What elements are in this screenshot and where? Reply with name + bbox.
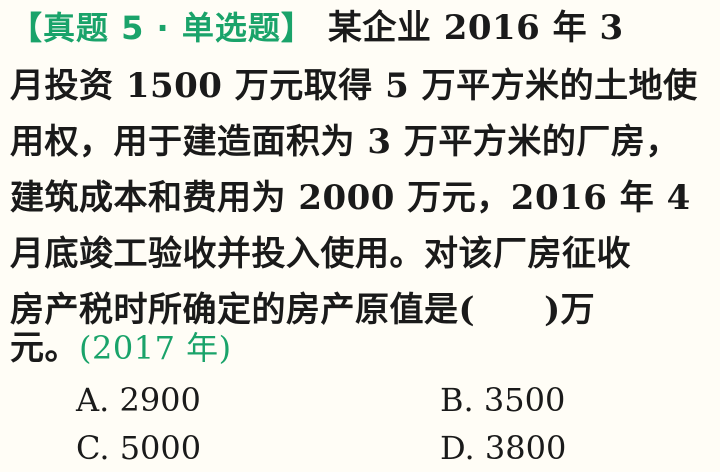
option-a[interactable]: A. 2900	[76, 378, 201, 422]
question-line-2: 月投资 1500 万元取得 5 万平方米的土地使	[10, 66, 698, 106]
question-line-7: 元。(2017 年)	[10, 326, 710, 370]
question-tag: 【真题 5 · 单选题】	[10, 9, 314, 47]
option-d[interactable]: D. 3800	[440, 426, 566, 470]
question-year: (2017 年)	[79, 329, 232, 367]
option-c[interactable]: C. 5000	[76, 426, 201, 470]
question-line-1: 【真题 5 · 单选题】 某企业 2016 年 3	[10, 6, 710, 50]
question-text-line-7: 元。	[10, 328, 79, 368]
question-page: 【真题 5 · 单选题】 某企业 2016 年 3 月投资 1500 万元取得 5…	[0, 0, 720, 472]
option-b[interactable]: B. 3500	[440, 378, 565, 422]
question-line-5: 月底竣工验收并投入使用。对该厂房征收	[10, 234, 631, 274]
question-line-4: 建筑成本和费用为 2000 万元，2016 年 4	[10, 178, 691, 218]
question-line-3: 用权，用于建造面积为 3 万平方米的厂房，	[10, 122, 680, 162]
question-text-line-1: 某企业 2016 年 3	[327, 8, 624, 48]
